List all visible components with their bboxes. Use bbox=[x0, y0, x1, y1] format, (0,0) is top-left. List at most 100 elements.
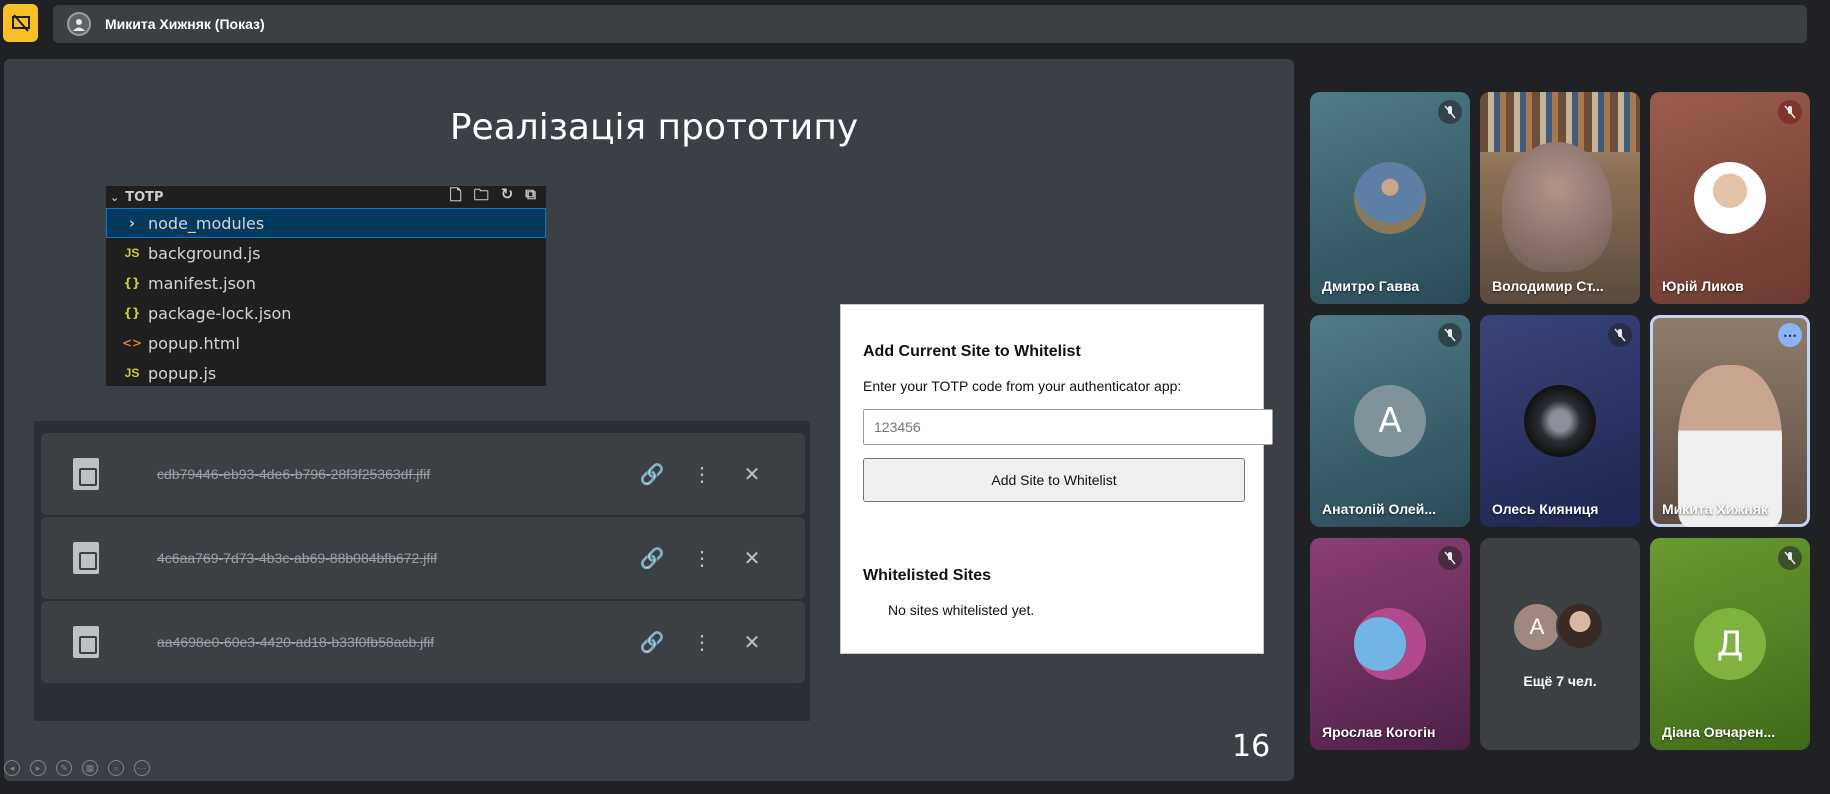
totp-extension-popup: Add Current Site to Whitelist Enter your… bbox=[840, 304, 1273, 654]
new-file-icon[interactable]: 🗋 bbox=[450, 185, 462, 210]
slide-controls: ◂ ▸ ✎ ▦ ⌕ ⋯ bbox=[4, 760, 150, 776]
participant-initial: Д bbox=[1694, 608, 1766, 680]
chevron-right-icon: › bbox=[128, 214, 136, 232]
link-icon[interactable]: 🔗 bbox=[627, 546, 677, 571]
participant-name: Ярослав Когогін bbox=[1322, 724, 1436, 740]
participant-tile[interactable]: Ярослав Когогін bbox=[1310, 538, 1470, 750]
upload-item: aa4698e0-60e3-4420-ad18-b33f0fb58acb.jfi… bbox=[41, 601, 805, 683]
upload-file-name: 4c6aa769-7d73-4b3c-ab69-88b084bfb672.jfi… bbox=[157, 550, 438, 566]
participant-name: Дмитро Гавва bbox=[1322, 278, 1420, 294]
file-name: package-lock.json bbox=[148, 303, 292, 323]
explorer-item-popup-html[interactable]: <> popup.html bbox=[106, 328, 546, 358]
mic-off-icon bbox=[1778, 546, 1802, 570]
more-vert-icon[interactable]: ⋮ bbox=[677, 462, 727, 487]
file-name: node_modules bbox=[148, 213, 265, 233]
vscode-explorer: ⌄ TOTP 🗋 🗀 ↻ ⧉ › node_modules JS backgro… bbox=[106, 185, 546, 388]
participant-tile[interactable]: Д Діана Овчарен... bbox=[1650, 538, 1810, 750]
js-file-icon: JS bbox=[124, 366, 140, 380]
new-folder-icon[interactable]: 🗀 bbox=[474, 185, 489, 210]
participant-avatar bbox=[1694, 162, 1766, 234]
slides-grid-icon[interactable]: ▦ bbox=[82, 760, 98, 776]
totp-code-input[interactable] bbox=[863, 409, 1273, 445]
next-slide-icon[interactable]: ▸ bbox=[30, 760, 46, 776]
link-icon[interactable]: 🔗 bbox=[627, 462, 677, 487]
participant-tile[interactable]: A Анатолій Олей... bbox=[1310, 315, 1470, 527]
popup-heading: Add Current Site to Whitelist bbox=[863, 343, 1081, 360]
mic-off-icon bbox=[1438, 100, 1462, 124]
participant-name: Юрій Ликов bbox=[1662, 278, 1744, 294]
collapse-all-icon[interactable]: ⧉ bbox=[525, 185, 536, 210]
slide-title: Реалізація прототипу bbox=[449, 107, 859, 148]
other-avatar bbox=[1556, 602, 1604, 650]
totp-instruction: Enter your TOTP code from your authentic… bbox=[863, 378, 1182, 394]
participant-tile-active-speaker[interactable]: ⋯ Микита Хижняк bbox=[1650, 315, 1810, 527]
more-options-icon[interactable]: ⋯ bbox=[134, 760, 150, 776]
whitelist-heading: Whitelisted Sites bbox=[863, 567, 992, 584]
json-file-icon: {} bbox=[123, 276, 141, 290]
participant-name: Володимир Ст... bbox=[1492, 278, 1604, 294]
presenter-bar: Микита Хижняк (Показ) bbox=[53, 5, 1807, 43]
image-file-icon bbox=[73, 542, 99, 574]
explorer-item-background-js[interactable]: JS background.js bbox=[106, 238, 546, 268]
close-icon[interactable]: ✕ bbox=[727, 546, 777, 571]
upload-file-name: cdb79446-eb93-4de6-b796-28f3f25363df.jfi… bbox=[157, 466, 431, 482]
html-file-icon: <> bbox=[121, 336, 143, 350]
presentation-indicator-icon[interactable] bbox=[3, 4, 38, 42]
slide-number: 16 bbox=[1232, 729, 1271, 764]
file-name: background.js bbox=[148, 243, 261, 263]
explorer-header[interactable]: ⌄ TOTP 🗋 🗀 ↻ ⧉ bbox=[106, 185, 546, 210]
participant-avatar bbox=[1354, 162, 1426, 234]
previous-slide-icon[interactable]: ◂ bbox=[4, 760, 20, 776]
participant-name: Олесь Кияниця bbox=[1492, 501, 1599, 517]
participant-avatar bbox=[1354, 608, 1426, 680]
js-file-icon: JS bbox=[124, 246, 140, 260]
participant-avatar bbox=[1524, 385, 1596, 457]
explorer-item-popup-js[interactable]: JS popup.js bbox=[106, 358, 546, 388]
explorer-item-manifest-json[interactable]: {} manifest.json bbox=[106, 268, 546, 298]
mic-off-icon bbox=[1438, 323, 1462, 347]
mic-off-icon bbox=[1608, 323, 1632, 347]
explorer-folder-name: TOTP bbox=[125, 189, 164, 205]
participant-name: Микита Хижняк bbox=[1662, 501, 1768, 517]
file-name: manifest.json bbox=[148, 273, 256, 293]
participant-tile[interactable]: Дмитро Гавва bbox=[1310, 92, 1470, 304]
mic-off-icon bbox=[1438, 546, 1462, 570]
refresh-icon[interactable]: ↻ bbox=[501, 185, 514, 210]
shared-screen: Реалізація прототипу ⌄ TOTP 🗋 🗀 ↻ ⧉ › no… bbox=[4, 59, 1294, 781]
others-tile[interactable]: A Ещё 7 чел. bbox=[1480, 538, 1640, 750]
more-vert-icon[interactable]: ⋮ bbox=[677, 630, 727, 655]
link-icon[interactable]: 🔗 bbox=[627, 630, 677, 655]
presenter-title: Микита Хижняк (Показ) bbox=[105, 16, 265, 32]
more-vert-icon[interactable]: ⋯ bbox=[1778, 323, 1802, 347]
chevron-down-icon: ⌄ bbox=[110, 190, 120, 204]
uploaded-files-list: cdb79446-eb93-4de6-b796-28f3f25363df.jfi… bbox=[34, 421, 810, 721]
whitelist-empty-text: No sites whitelisted yet. bbox=[888, 602, 1035, 618]
other-avatar: A bbox=[1514, 604, 1560, 650]
file-name: popup.html bbox=[148, 333, 240, 353]
presenter-avatar bbox=[67, 12, 91, 36]
zoom-icon[interactable]: ⌕ bbox=[108, 760, 124, 776]
explorer-item-node-modules[interactable]: › node_modules bbox=[106, 208, 546, 238]
explorer-item-package-lock-json[interactable]: {} package-lock.json bbox=[106, 298, 546, 328]
mic-off-icon bbox=[1778, 100, 1802, 124]
participant-video bbox=[1502, 142, 1612, 272]
upload-item: 4c6aa769-7d73-4b3c-ab69-88b084bfb672.jfi… bbox=[41, 517, 805, 599]
participant-tile[interactable]: Юрій Ликов bbox=[1650, 92, 1810, 304]
file-name: popup.js bbox=[148, 363, 217, 383]
participant-initial: A bbox=[1354, 385, 1426, 457]
close-icon[interactable]: ✕ bbox=[727, 462, 777, 487]
more-vert-icon[interactable]: ⋮ bbox=[677, 546, 727, 571]
image-file-icon bbox=[73, 626, 99, 658]
others-count: Ещё 7 чел. bbox=[1523, 673, 1597, 689]
participant-tile[interactable]: Олесь Кияниця bbox=[1480, 315, 1640, 527]
upload-item: cdb79446-eb93-4de6-b796-28f3f25363df.jfi… bbox=[41, 433, 805, 515]
participant-name: Діана Овчарен... bbox=[1662, 724, 1776, 740]
image-file-icon bbox=[73, 458, 99, 490]
add-site-button[interactable]: Add Site to Whitelist bbox=[863, 458, 1245, 502]
participant-tile[interactable]: Володимир Ст... bbox=[1480, 92, 1640, 304]
upload-file-name: aa4698e0-60e3-4420-ad18-b33f0fb58acb.jfi… bbox=[157, 634, 435, 650]
pen-icon[interactable]: ✎ bbox=[56, 760, 72, 776]
close-icon[interactable]: ✕ bbox=[727, 630, 777, 655]
json-file-icon: {} bbox=[123, 306, 141, 320]
participant-name: Анатолій Олей... bbox=[1322, 501, 1436, 517]
